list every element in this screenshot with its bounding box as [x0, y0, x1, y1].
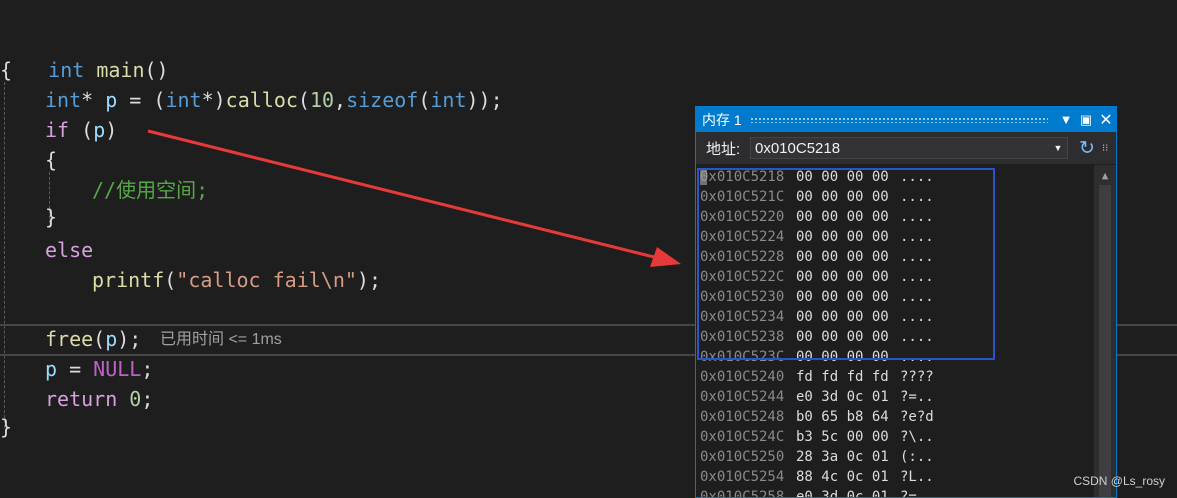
memory-window-title: 内存 1	[702, 111, 742, 128]
code-line-inner-open: {	[45, 148, 58, 172]
code-line-comment: //使用空间;	[92, 178, 209, 202]
memory-row-hex: e0 3d 0c 01	[796, 489, 889, 498]
close-icon[interactable]: ✕	[1096, 110, 1116, 130]
memory-row-chars: (:..	[900, 449, 934, 465]
refresh-icon[interactable]: ↻	[1074, 137, 1100, 160]
elapsed-time-hint[interactable]: 已用时间 <= 1ms	[160, 326, 282, 354]
memory-row-address: 0x010C5248	[700, 409, 785, 425]
indent-guide	[4, 82, 5, 428]
memory-row-hex: b3 5c 00 00	[796, 429, 889, 445]
memory-row[interactable]: 0x010C5240 fd fd fd fd????	[700, 367, 934, 387]
memory-row[interactable]: 0x010C5258 e0 3d 0c 01 ?=..	[700, 487, 934, 498]
memory-row-address: 0x010C524C	[700, 429, 785, 445]
watermark: CSDN @Ls_rosy	[1073, 474, 1165, 488]
memory-row-hex: fd fd fd fd	[796, 369, 889, 385]
code-line-return: return 0;	[45, 387, 154, 411]
memory-row-address: 0x010C5244	[700, 389, 785, 405]
memory-row[interactable]: 0x010C5248 b0 65 b8 64 ?e?d	[700, 407, 934, 427]
memory-row-address: 0x010C5250	[700, 449, 785, 465]
memory-row[interactable]: 0x010C5254 88 4c 0c 01 ?L..	[700, 467, 934, 487]
highlight-box	[697, 168, 995, 360]
titlebar-grip[interactable]	[749, 116, 1048, 123]
vertical-scrollbar[interactable]: ▲	[1094, 165, 1116, 497]
memory-row-address: 0x010C5254	[700, 469, 785, 485]
code-line-calloc: int* p = (int*)calloc(10,sizeof(int));	[45, 88, 503, 112]
code-line-open-brace: {	[0, 58, 13, 82]
code-line-if: if (p)	[45, 118, 118, 142]
code-line-free: free(p);	[45, 327, 142, 351]
address-label: 地址:	[706, 140, 741, 158]
code-line-null: p = NULL;	[45, 357, 154, 381]
dropdown-arrow-icon[interactable]: ▼	[1056, 112, 1076, 127]
memory-row-chars: ????	[900, 369, 934, 385]
memory-row[interactable]: 0x010C524C b3 5c 00 00 ?\..	[700, 427, 934, 447]
memory-row-chars: ?=..	[900, 489, 934, 498]
code-line-printf: printf("calloc fail\n");	[92, 268, 382, 292]
address-bar: 地址: 0x010C5218 ▼ ↻ ⁝⁝	[696, 132, 1116, 164]
memory-row-chars: ?L..	[900, 469, 934, 485]
code-line-close-brace: }	[0, 415, 13, 439]
memory-row-hex: 28 3a 0c 01	[796, 449, 889, 465]
memory-row-chars: ?\..	[900, 429, 934, 445]
memory-row-hex: b0 65 b8 64	[796, 409, 889, 425]
memory-row-address: 0x010C5258	[700, 489, 785, 498]
scroll-up-icon[interactable]: ▲	[1094, 169, 1116, 182]
memory-row-address: 0x010C5240	[700, 369, 785, 385]
memory-row-hex: e0 3d 0c 01	[796, 389, 889, 405]
code-line-main: int main()	[48, 58, 169, 82]
memory-row-chars: ?e?d	[900, 409, 934, 425]
memory-row-chars: ?=..	[900, 389, 934, 405]
scroll-thumb[interactable]	[1099, 185, 1111, 497]
address-input[interactable]: 0x010C5218 ▼	[750, 137, 1068, 159]
maximize-icon[interactable]: ▣	[1076, 112, 1096, 128]
chevron-down-icon[interactable]: ▼	[1049, 143, 1067, 153]
memory-row[interactable]: 0x010C5244 e0 3d 0c 01 ?=..	[700, 387, 934, 407]
code-line-inner-close: }	[45, 205, 58, 229]
memory-window-titlebar[interactable]: 内存 1 ▼ ▣ ✕	[696, 107, 1116, 132]
memory-row[interactable]: 0x010C5250 28 3a 0c 01 (:..	[700, 447, 934, 467]
more-options-icon[interactable]: ⁝⁝	[1102, 143, 1108, 154]
memory-row-hex: 88 4c 0c 01	[796, 469, 889, 485]
address-value[interactable]: 0x010C5218	[751, 140, 1049, 157]
code-line-else: else	[45, 238, 94, 262]
